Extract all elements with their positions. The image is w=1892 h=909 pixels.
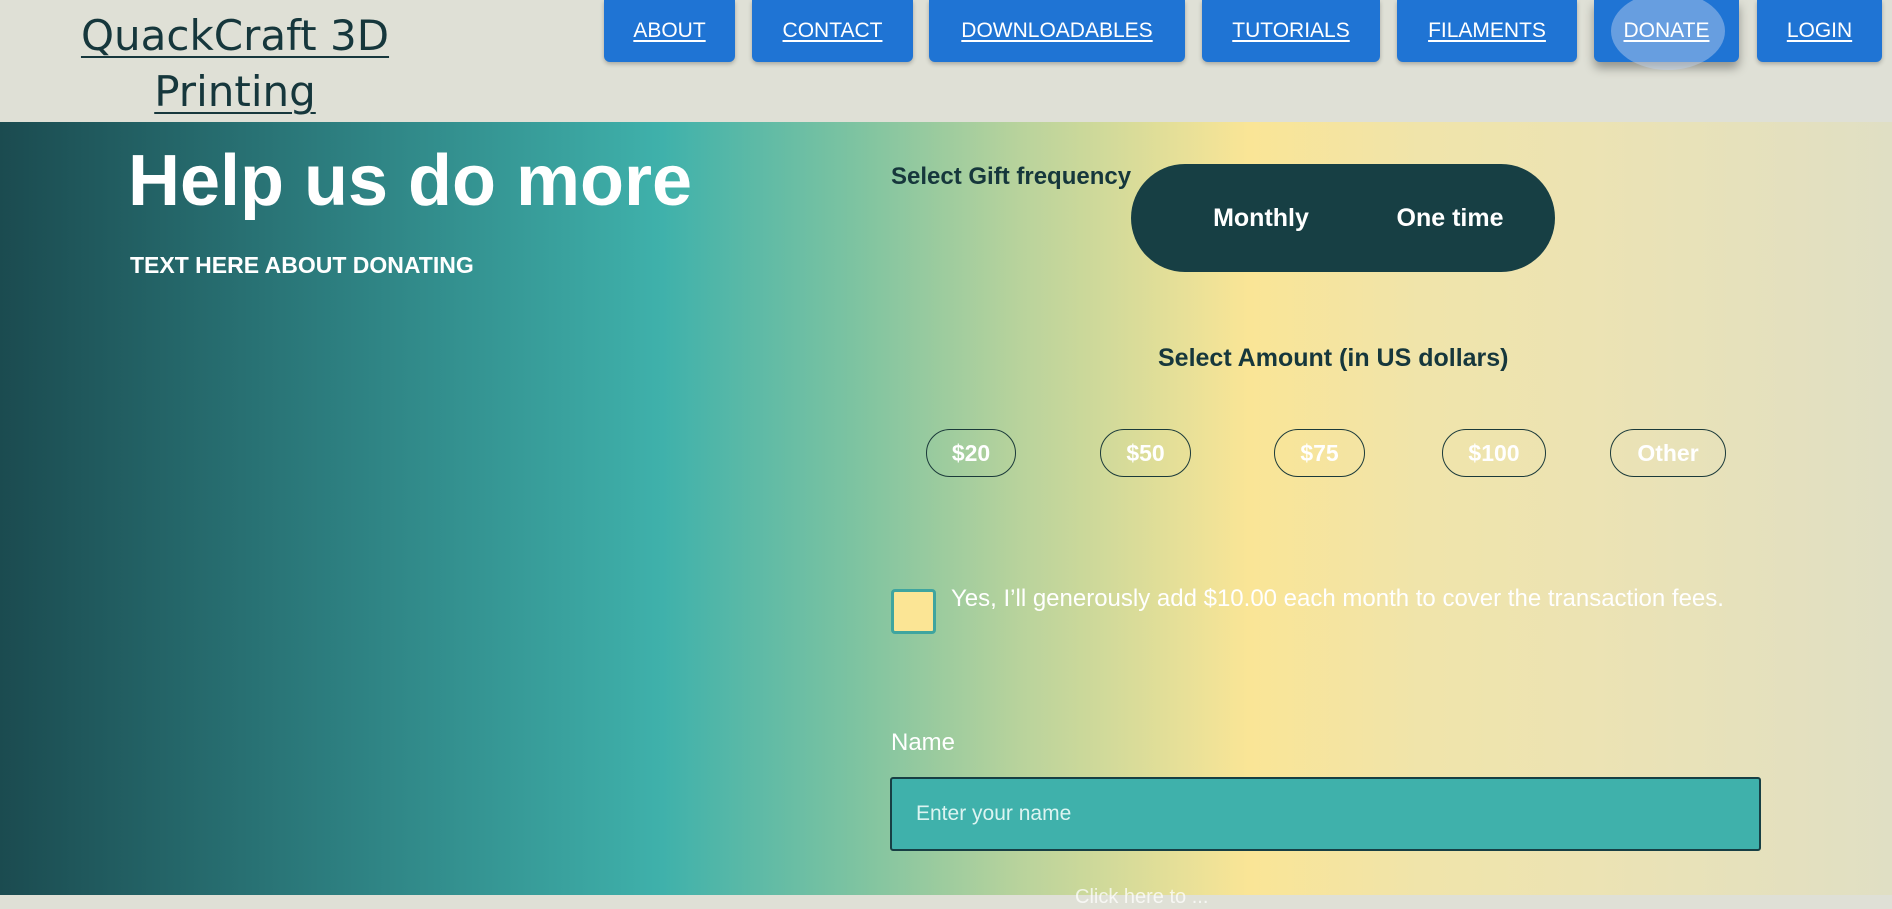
nav-donate[interactable]: DONATE [1594,0,1739,70]
frequency-monthly-option[interactable]: Monthly [1161,164,1361,272]
amount-50-button[interactable]: $50 [1100,429,1191,477]
nav-downloadables[interactable]: DOWNLOADABLES [929,0,1185,62]
nav-about[interactable]: ABOUT [604,0,735,62]
name-input[interactable] [890,777,1761,851]
hero-subtitle: TEXT HERE ABOUT DONATING [130,252,474,278]
frequency-toggle: Monthly One time [1131,164,1555,272]
site-logo[interactable]: QuackCraft 3D Printing [60,8,410,120]
bottom-partial-text: Click here to ... [1075,886,1209,908]
nav-login[interactable]: LOGIN [1757,0,1882,62]
nav-contact[interactable]: CONTACT [752,0,913,62]
fee-checkbox-label: Yes, I’ll generously add $10.00 each mon… [951,585,1724,612]
frequency-label: Select Gift frequency [891,163,1132,190]
logo-line-2: Printing [154,67,316,116]
fee-checkbox[interactable] [891,589,936,634]
logo-line-1: QuackCraft 3D [80,11,390,60]
nav-tutorials[interactable]: TUTORIALS [1202,0,1380,62]
name-label: Name [891,729,956,756]
amount-75-button[interactable]: $75 [1274,429,1365,477]
site-header: QuackCraft 3D Printing ABOUT CONTACT DOW… [0,0,1892,122]
frequency-one-time-option[interactable]: One time [1355,164,1545,272]
amount-label: Select Amount (in US dollars) [1158,344,1509,372]
amount-20-button[interactable]: $20 [926,429,1016,477]
amount-other-button[interactable]: Other [1610,429,1726,477]
amount-100-button[interactable]: $100 [1442,429,1546,477]
hero-title: Help us do more [128,141,693,221]
nav-filaments[interactable]: FILAMENTS [1397,0,1577,62]
